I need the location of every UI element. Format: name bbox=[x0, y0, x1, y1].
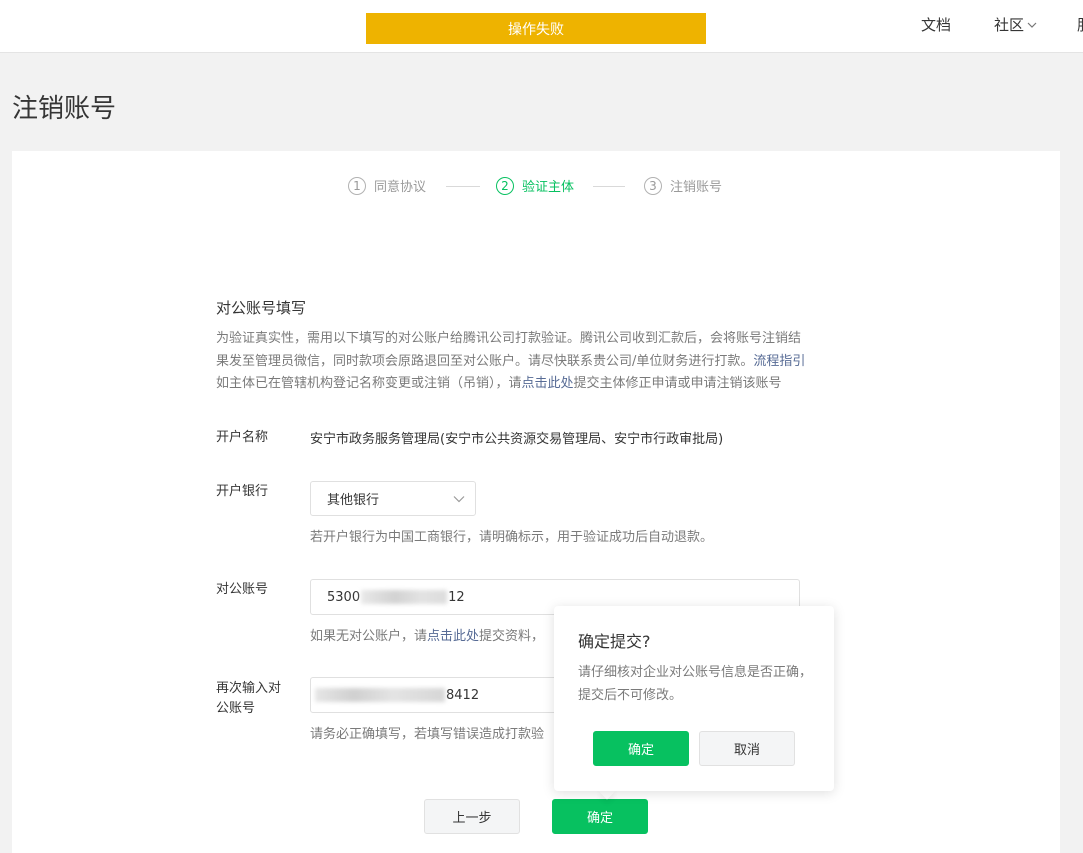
step-number: 1 bbox=[348, 176, 366, 195]
redacted-mask bbox=[361, 590, 448, 604]
step-divider bbox=[446, 186, 480, 187]
account-number-hint: 如果无对公账户，请点击此处提交资料， bbox=[310, 625, 544, 644]
error-toast: 操作失败 bbox=[366, 13, 706, 44]
bank-select[interactable]: 其他银行 bbox=[310, 481, 476, 516]
account-number-prefix: 5300 bbox=[327, 589, 361, 605]
step-divider bbox=[593, 186, 625, 187]
step-number: 2 bbox=[496, 176, 514, 195]
hint-text: 提交资料， bbox=[479, 629, 545, 644]
section-title: 对公账号填写 bbox=[216, 299, 307, 317]
hint-text: 如果无对公账户，请 bbox=[310, 629, 428, 644]
nav-docs-link[interactable]: 文档 bbox=[921, 14, 951, 35]
entity-correction-link[interactable]: 点击此处 bbox=[522, 376, 574, 391]
desc-line: 为验证真实性，需用以下填写的对公账户给腾讯公司打款验证。腾讯公司收到汇款后，会将… bbox=[216, 331, 802, 346]
desc-line: 如主体已在管辖机构登记名称变更或注销（吊销），请点击此处提交主体修正申请或申请注… bbox=[216, 373, 866, 396]
popover-message: 请仔细核对企业对公账号信息是否正确，提交后不可修改。 bbox=[578, 665, 813, 703]
account-name-label: 开户名称 bbox=[216, 430, 269, 445]
popover-title: 确定提交? bbox=[578, 632, 651, 651]
nav-community-menu[interactable]: 社区 bbox=[994, 14, 1037, 35]
confirm-submit-popover: 确定提交? 请仔细核对企业对公账号信息是否正确，提交后不可修改。 确定 取消 bbox=[554, 606, 834, 791]
step-label: 验证主体 bbox=[522, 180, 575, 195]
section-description: 为验证真实性，需用以下填写的对公账户给腾讯公司打款验证。腾讯公司收到汇款后，会将… bbox=[216, 328, 866, 396]
submit-materials-link[interactable]: 点击此处 bbox=[427, 629, 479, 644]
bank-label: 开户银行 bbox=[216, 484, 269, 499]
bank-hint: 若开户银行为中国工商银行，请明确标示，用于验证成功后自动退款。 bbox=[310, 530, 714, 545]
account-number-label: 对公账号 bbox=[216, 582, 269, 597]
popover-cancel-button[interactable]: 取消 bbox=[699, 731, 795, 766]
nav-community-label: 社区 bbox=[994, 16, 1025, 34]
desc-line: 果发至管理员微信，同时款项会原路退回至对公账户。请尽快联系贵公司/单位财务进行打… bbox=[216, 351, 866, 374]
desc-text: 如主体已在管辖机构登记名称变更或注销（吊销），请 bbox=[216, 376, 522, 391]
step-cancel-account: 3 注销账号 bbox=[644, 176, 722, 195]
step-verify: 2 验证主体 bbox=[496, 176, 574, 195]
confirm-button[interactable]: 确定 bbox=[552, 799, 648, 834]
step-number: 3 bbox=[644, 176, 662, 195]
nav-cut-item[interactable]: 服 bbox=[1077, 14, 1083, 35]
step-label: 同意协议 bbox=[374, 180, 427, 195]
prev-step-button[interactable]: 上一步 bbox=[424, 799, 520, 834]
account-number-suffix: 12 bbox=[448, 589, 465, 605]
label-line: 再次输入对 bbox=[216, 681, 282, 696]
account-name-value: 安宁市政务服务管理局(安宁市公共资源交易管理局、安宁市行政审批局) bbox=[310, 432, 724, 447]
popover-ok-button[interactable]: 确定 bbox=[593, 731, 689, 766]
reenter-account-label: 再次输入对 公账号 bbox=[216, 679, 281, 719]
reenter-account-hint: 请务必正确填写，若填写错误造成打款验 bbox=[310, 727, 545, 742]
desc-text: 果发至管理员微信，同时款项会原路退回至对公账户。请尽快联系贵公司/单位财务进行打… bbox=[216, 353, 754, 369]
step-agree: 1 同意协议 bbox=[348, 176, 426, 195]
redacted-mask bbox=[315, 688, 445, 702]
main-card: 1 同意协议 2 验证主体 3 注销账号 对公账号填写 为验证真实性，需用以下填… bbox=[12, 151, 1060, 853]
bank-select-value: 其他银行 bbox=[327, 493, 380, 508]
stepper: 1 同意协议 2 验证主体 3 注销账号 bbox=[12, 176, 1060, 198]
process-guide-link[interactable]: 流程指引 bbox=[753, 354, 805, 369]
chevron-down-icon bbox=[453, 496, 465, 503]
chevron-down-icon bbox=[1027, 22, 1037, 28]
reenter-account-suffix: 8412 bbox=[446, 687, 480, 703]
step-label: 注销账号 bbox=[670, 180, 723, 195]
desc-text: 提交主体修正申请或申请注销该账号 bbox=[573, 376, 782, 391]
label-line: 公账号 bbox=[216, 701, 256, 716]
page-title: 注销账号 bbox=[12, 94, 117, 124]
top-nav-bar: 操作失败 文档 社区 服 bbox=[0, 0, 1083, 53]
